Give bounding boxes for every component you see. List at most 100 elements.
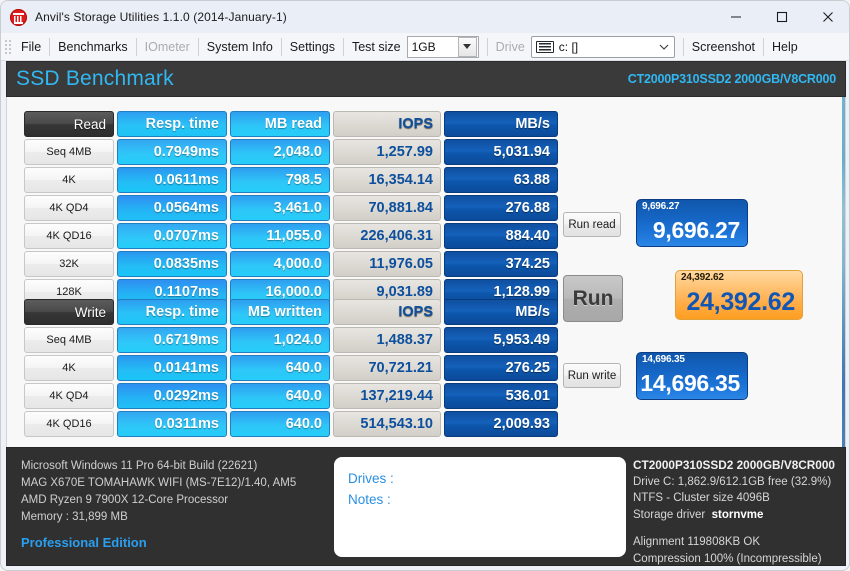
cell-mb: 798.5	[230, 167, 330, 193]
test-size-value: 1GB	[408, 40, 458, 54]
cell-mbs: 536.01	[444, 383, 558, 409]
minimize-button[interactable]	[713, 1, 759, 33]
cell-resp-time: 0.0564ms	[117, 195, 227, 221]
read-score-small: 9,696.27	[642, 201, 679, 212]
cell-iops: 226,406.31	[333, 223, 441, 249]
row-label: 4K QD16	[24, 411, 114, 437]
write-header-resp-time: Resp. time	[117, 299, 227, 325]
write-score-box: 14,696.35 14,696.35	[636, 352, 748, 400]
close-button[interactable]	[805, 1, 850, 33]
table-row: 4K QD4 0.0564ms 3,461.0 70,881.84 276.88	[24, 195, 558, 221]
cell-iops: 514,543.10	[333, 411, 441, 437]
cell-resp-time: 0.0141ms	[117, 355, 227, 381]
menu-item-screenshot[interactable]: Screenshot	[684, 34, 763, 60]
spacer	[633, 523, 848, 534]
total-score-value: 24,392.62	[686, 288, 795, 317]
edition-label: Professional Edition	[21, 535, 321, 550]
edge-accent-strip	[842, 97, 845, 447]
table-header-row: Read Resp. time MB read IOPS MB/s	[24, 111, 558, 137]
system-info-memory: Memory : 31,899 MB	[21, 509, 321, 526]
chevron-down-icon[interactable]	[654, 44, 674, 50]
benchmark-body: Read Resp. time MB read IOPS MB/s Seq 4M…	[6, 97, 846, 447]
table-row: 32K 0.0835ms 4,000.0 11,976.05 374.25	[24, 251, 558, 277]
system-info-cpu: AMD Ryzen 9 7900X 12-Core Processor	[21, 492, 321, 509]
cell-mbs: 374.25	[444, 251, 558, 277]
drive-info-block: CT2000P310SSD2 2000GB/V8CR000 Drive C: 1…	[633, 457, 848, 567]
table-header-row: Write Resp. time MB written IOPS MB/s	[24, 299, 558, 325]
table-row: Seq 4MB 0.6719ms 1,024.0 1,488.37 5,953.…	[24, 327, 558, 353]
drive-capacity: Drive C: 1,862.9/612.1GB free (32.9%)	[633, 474, 848, 491]
cell-resp-time: 0.0292ms	[117, 383, 227, 409]
maximize-button[interactable]	[759, 1, 805, 33]
drive-model: CT2000P310SSD2 2000GB/V8CR000	[633, 457, 848, 474]
cell-iops: 70,881.84	[333, 195, 441, 221]
run-read-button[interactable]: Run read	[563, 212, 621, 237]
drive-storage-driver: Storage driver stornvme	[633, 507, 848, 524]
row-label: 4K QD4	[24, 383, 114, 409]
menu-bar: File Benchmarks IOmeter System Info Sett…	[1, 33, 850, 61]
window-controls	[713, 1, 850, 33]
device-name-label: CT2000P310SSD2 2000GB/V8CR000	[628, 72, 845, 86]
read-header-mbs: MB/s	[444, 111, 558, 137]
cell-iops: 1,257.99	[333, 139, 441, 165]
cell-mb: 2,048.0	[230, 139, 330, 165]
table-row: 4K QD16 0.0707ms 11,055.0 226,406.31 884…	[24, 223, 558, 249]
read-header-read: Read	[24, 111, 114, 137]
menu-item-benchmarks[interactable]: Benchmarks	[50, 34, 135, 60]
cell-resp-time: 0.0611ms	[117, 167, 227, 193]
info-panel: Microsoft Windows 11 Pro 64-bit Build (2…	[6, 447, 846, 566]
cell-iops: 1,488.37	[333, 327, 441, 353]
test-size-combobox[interactable]: 1GB	[407, 36, 479, 58]
cell-iops: 70,721.21	[333, 355, 441, 381]
cell-iops: 16,354.14	[333, 167, 441, 193]
cell-mbs: 884.40	[444, 223, 558, 249]
cell-resp-time: 0.7949ms	[117, 139, 227, 165]
menu-item-file[interactable]: File	[13, 34, 49, 60]
row-label: 4K	[24, 167, 114, 193]
drive-alignment: Alignment 119808KB OK	[633, 534, 848, 551]
cell-mbs: 5,953.49	[444, 327, 558, 353]
drive-label: Drive	[488, 40, 531, 54]
drives-label: Drives :	[348, 468, 625, 489]
chevron-down-icon[interactable]	[458, 37, 477, 57]
write-header-iops: IOPS	[333, 299, 441, 325]
title-bar: Anvil's Storage Utilities 1.1.0 (2014-Ja…	[1, 1, 850, 33]
menu-item-system-info[interactable]: System Info	[199, 34, 281, 60]
system-info-motherboard: MAG X670E TOMAHAWK WIFI (MS-7E12)/1.40, …	[21, 475, 321, 492]
system-info-block: Microsoft Windows 11 Pro 64-bit Build (2…	[21, 458, 321, 550]
read-score-value: 9,696.27	[653, 217, 740, 244]
write-header-write: Write	[24, 299, 114, 325]
menu-item-settings[interactable]: Settings	[282, 34, 343, 60]
system-info-os: Microsoft Windows 11 Pro 64-bit Build (2…	[21, 458, 321, 475]
write-score-value: 14,696.35	[640, 370, 740, 397]
page-title: SSD Benchmark	[7, 67, 174, 91]
total-score-small: 24,392.62	[681, 272, 724, 283]
benchmark-header: SSD Benchmark CT2000P310SSD2 2000GB/V8CR…	[6, 61, 846, 97]
cell-iops: 11,976.05	[333, 251, 441, 277]
write-header-mbs: MB/s	[444, 299, 558, 325]
row-label: 4K	[24, 355, 114, 381]
cell-mbs: 2,009.93	[444, 411, 558, 437]
toolbar-grip-icon[interactable]	[4, 39, 11, 55]
table-row: 4K 0.0611ms 798.5 16,354.14 63.88	[24, 167, 558, 193]
cell-resp-time: 0.0835ms	[117, 251, 227, 277]
cell-iops: 137,219.44	[333, 383, 441, 409]
row-label: Seq 4MB	[24, 327, 114, 353]
total-score-box: 24,392.62 24,392.62	[675, 270, 803, 320]
read-header-iops: IOPS	[333, 111, 441, 137]
notes-panel[interactable]: Drives : Notes :	[334, 457, 626, 557]
cell-mbs: 63.88	[444, 167, 558, 193]
row-label: Seq 4MB	[24, 139, 114, 165]
notes-label: Notes :	[348, 489, 625, 510]
write-results-table: Write Resp. time MB written IOPS MB/s Se…	[24, 299, 558, 439]
cell-mb: 4,000.0	[230, 251, 330, 277]
cell-mb: 11,055.0	[230, 223, 330, 249]
menu-item-help[interactable]: Help	[764, 34, 806, 60]
run-button[interactable]: Run	[563, 275, 623, 322]
test-size-label: Test size	[344, 40, 407, 54]
drive-icon	[536, 41, 554, 53]
run-write-button[interactable]: Run write	[563, 363, 621, 388]
drive-filesystem: NTFS - Cluster size 4096B	[633, 490, 848, 507]
drive-combobox[interactable]: c: []	[531, 36, 675, 58]
table-row: 4K 0.0141ms 640.0 70,721.21 276.25	[24, 355, 558, 381]
